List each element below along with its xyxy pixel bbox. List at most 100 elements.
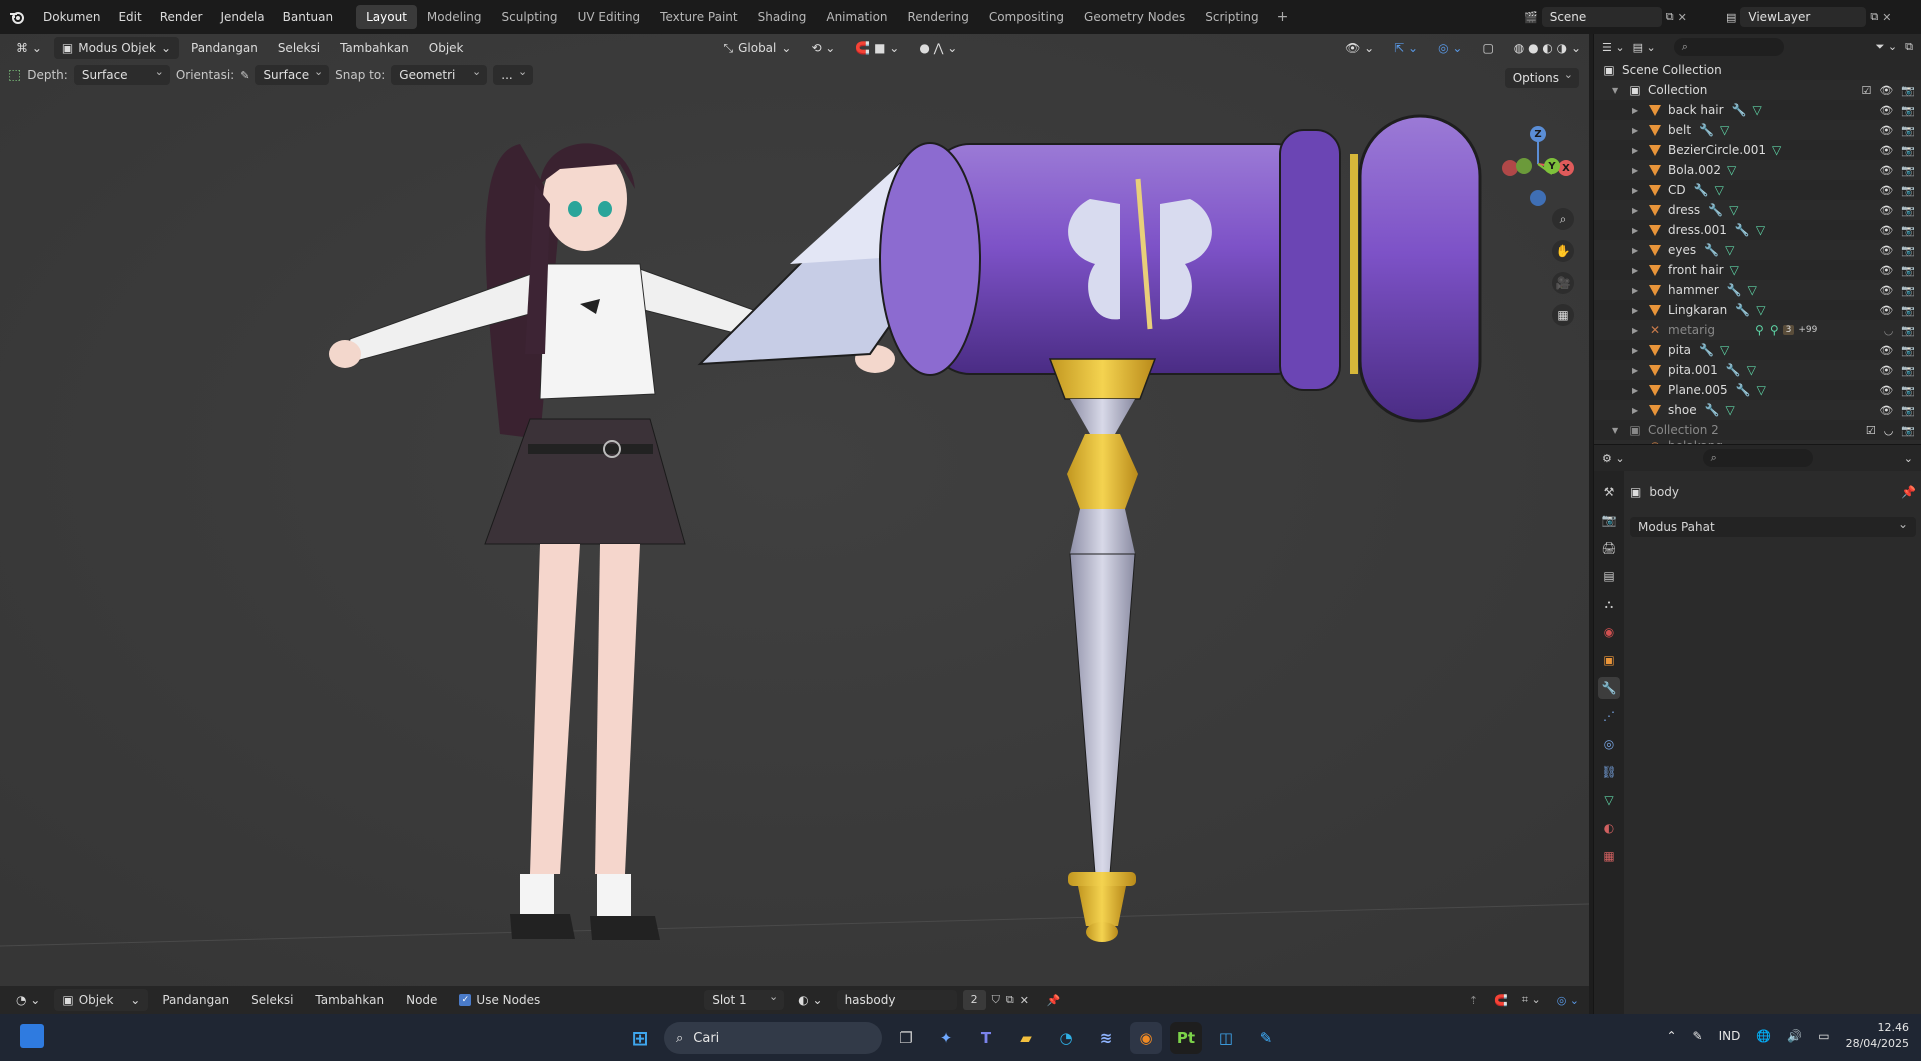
data-tab-icon[interactable]: ▽ — [1598, 789, 1620, 811]
axis-x-icon[interactable]: X — [1558, 160, 1574, 176]
editor-type-icon[interactable]: ⌘ ⌄ — [8, 37, 50, 59]
outliner-item[interactable]: ▶ Plane.005 🔧 ▽ 👁 📷 — [1594, 380, 1921, 400]
tool-tab-icon[interactable]: ⚒ — [1598, 481, 1620, 503]
outliner-item[interactable]: ▶ BezierCircle.001 ▽ 👁 📷 — [1594, 140, 1921, 160]
taskbar-search-input[interactable]: ⌕ Cari — [664, 1022, 882, 1054]
pen-icon[interactable]: ✎ — [1693, 1029, 1703, 1043]
photoshop-pt-icon[interactable]: Pt — [1170, 1022, 1202, 1054]
navigation-gizmo[interactable]: Z X Y — [1498, 124, 1578, 214]
material-name-field[interactable]: hasbody — [836, 990, 957, 1010]
blender-taskbar-icon[interactable]: ◉ — [1130, 1022, 1162, 1054]
view-layer-field[interactable]: ViewLayer — [1740, 7, 1867, 27]
menu-seleksi[interactable]: Seleksi — [270, 37, 328, 59]
language-indicator[interactable]: IND — [1719, 1029, 1741, 1043]
battery-icon[interactable]: ▭ — [1818, 1029, 1829, 1043]
eye-icon[interactable]: 👁 — [1879, 84, 1893, 97]
expand-arrow-icon[interactable]: ▼ — [1612, 426, 1622, 435]
pan-hand-icon[interactable]: ✋ — [1552, 240, 1574, 262]
expand-arrow-icon[interactable]: ▶ — [1632, 166, 1642, 175]
eye-icon[interactable]: 👁 — [1879, 224, 1893, 237]
outliner-item[interactable]: ▶ Lingkaran 🔧 ▽ 👁 📷 — [1594, 300, 1921, 320]
eye-closed-icon[interactable]: ◡ — [1884, 424, 1894, 437]
expand-arrow-icon[interactable]: ▶ — [1632, 306, 1642, 315]
camera-icon[interactable]: 📷 — [1901, 204, 1915, 217]
eye-icon[interactable]: 👁 — [1879, 264, 1893, 277]
menu-tambahkan[interactable]: Tambahkan — [332, 37, 417, 59]
expand-arrow-icon[interactable]: ▶ — [1632, 126, 1642, 135]
filter-icon[interactable]: ⏷ ⌄ — [1876, 40, 1898, 54]
eye-icon[interactable]: 👁 — [1879, 344, 1893, 357]
render-tab-icon[interactable]: 📷 — [1598, 509, 1620, 531]
axis-neg-z-icon[interactable] — [1530, 190, 1546, 206]
eye-closed-icon[interactable]: ◡ — [1884, 324, 1894, 337]
unlink-material-icon[interactable]: ✕ — [1020, 994, 1029, 1007]
eye-icon[interactable]: 👁 — [1879, 184, 1893, 197]
object-tab-icon[interactable]: ▣ — [1598, 649, 1620, 671]
menu-pandangan-shader[interactable]: Pandangan — [154, 989, 237, 1011]
menu-render[interactable]: Render — [151, 0, 212, 34]
editor-type-icon[interactable]: ⚙ ⌄ — [1602, 452, 1625, 465]
camera-icon[interactable]: 📷 — [1901, 404, 1915, 417]
tab-scripting[interactable]: Scripting — [1195, 5, 1268, 29]
outliner-item[interactable]: ▶ pita 🔧 ▽ 👁 📷 — [1594, 340, 1921, 360]
edge-browser-icon[interactable]: ◔ — [1050, 1022, 1082, 1054]
eye-icon[interactable]: 👁 — [1879, 104, 1893, 117]
expand-arrow-icon[interactable]: ▶ — [1632, 146, 1642, 155]
expand-arrow-icon[interactable]: ▶ — [1632, 346, 1642, 355]
expand-arrow-icon[interactable]: ▶ — [1632, 366, 1642, 375]
eye-icon[interactable]: 👁 — [1879, 144, 1893, 157]
object-mode-dropdown[interactable]: ▣ Modus Objek ⌄ — [53, 37, 179, 59]
scene-tab-icon[interactable]: ⛬ — [1598, 593, 1620, 615]
particles-tab-icon[interactable]: ⋰ — [1598, 705, 1620, 727]
outliner-item[interactable]: ▶ hammer 🔧 ▽ 👁 📷 — [1594, 280, 1921, 300]
outliner-item[interactable]: ▶ eyes 🔧 ▽ 👁 📷 — [1594, 240, 1921, 260]
new-view-layer-icon[interactable]: ⧉ — [1870, 10, 1878, 24]
grid-icon[interactable]: ▦ — [1552, 304, 1574, 326]
camera-icon[interactable]: 📷 — [1901, 244, 1915, 257]
overlays-icon[interactable]: ◎ ⌄ — [1430, 37, 1470, 59]
scene-collection-row[interactable]: ▣ Scene Collection — [1594, 60, 1921, 80]
material-browse-icon[interactable]: ◐ ⌄ — [790, 989, 830, 1011]
chevron-down-icon[interactable]: ⌄ — [1904, 452, 1913, 465]
outliner-item[interactable]: ▶ Bola.002 ▽ 👁 📷 — [1594, 160, 1921, 180]
new-collection-icon[interactable]: ⧉ — [1905, 40, 1913, 54]
expand-arrow-icon[interactable]: ▶ — [1632, 406, 1642, 415]
expand-arrow-icon[interactable]: ▶ — [1632, 226, 1642, 235]
snap-icon[interactable]: 🧲 — [1494, 994, 1508, 1007]
collection-2-row[interactable]: ▼ ▣ Collection 2 ☑ ◡ 📷 — [1594, 420, 1921, 440]
scene-selector[interactable]: 🎬 Scene ⧉ ✕ — [1524, 6, 1724, 28]
expand-arrow-icon[interactable]: ▶ — [1632, 186, 1642, 195]
new-scene-icon[interactable]: ⧉ — [1666, 10, 1674, 24]
axis-neg-y-icon[interactable] — [1516, 158, 1532, 174]
task-view-icon[interactable]: ❐ — [890, 1022, 922, 1054]
snap-settings-icon[interactable]: ⌗ ⌄ — [1522, 993, 1541, 1007]
shading-modes-icon[interactable]: ◍ ● ◐ ◑ ⌄ — [1506, 37, 1589, 59]
more-dropdown[interactable]: ... — [493, 62, 534, 85]
axis-y-icon[interactable]: Y — [1544, 158, 1560, 174]
camera-icon[interactable]: 🎥 — [1552, 272, 1574, 294]
expand-arrow-icon[interactable]: ▶ — [1632, 206, 1642, 215]
outliner-search-input[interactable]: ⌕ — [1673, 38, 1784, 56]
eye-icon[interactable]: 👁 — [1879, 364, 1893, 377]
outliner-item[interactable]: ▶ pita.001 🔧 ▽ 👁 📷 — [1594, 360, 1921, 380]
paint-app-icon[interactable]: ◫ — [1210, 1022, 1242, 1054]
mode-select-dropdown[interactable]: Modus Pahat — [1630, 514, 1916, 537]
editor-type-icon[interactable]: ☰ ⌄ — [1602, 41, 1625, 54]
menu-seleksi-shader[interactable]: Seleksi — [243, 989, 301, 1011]
notes-app-icon[interactable]: ✎ — [1250, 1022, 1282, 1054]
outliner-item-armature[interactable]: ▶ ✕ metarig ⚲ ⚲ 3 +99 ◡ 📷 — [1594, 320, 1921, 340]
expand-arrow-icon[interactable]: ▶ — [1632, 326, 1642, 335]
tab-rendering[interactable]: Rendering — [898, 5, 979, 29]
display-mode-icon[interactable]: ▤ ⌄ — [1633, 41, 1656, 54]
pivot-icon[interactable]: ⟲ ⌄ — [803, 37, 843, 59]
eye-icon[interactable]: 👁 — [1879, 284, 1893, 297]
camera-icon[interactable]: 📷 — [1901, 344, 1915, 357]
checkbox-icon[interactable]: ☑ — [1866, 424, 1876, 437]
view-layer-selector[interactable]: ▤ ViewLayer ⧉ ✕ — [1726, 6, 1916, 28]
tab-sculpting[interactable]: Sculpting — [492, 5, 568, 29]
use-nodes-checkbox[interactable]: ✓ Use Nodes — [451, 989, 548, 1011]
physics-tab-icon[interactable]: ◎ — [1598, 733, 1620, 755]
copilot-icon[interactable]: ✦ — [930, 1022, 962, 1054]
expand-arrow-icon[interactable]: ▶ — [1632, 106, 1642, 115]
widgets-icon[interactable] — [20, 1024, 44, 1048]
